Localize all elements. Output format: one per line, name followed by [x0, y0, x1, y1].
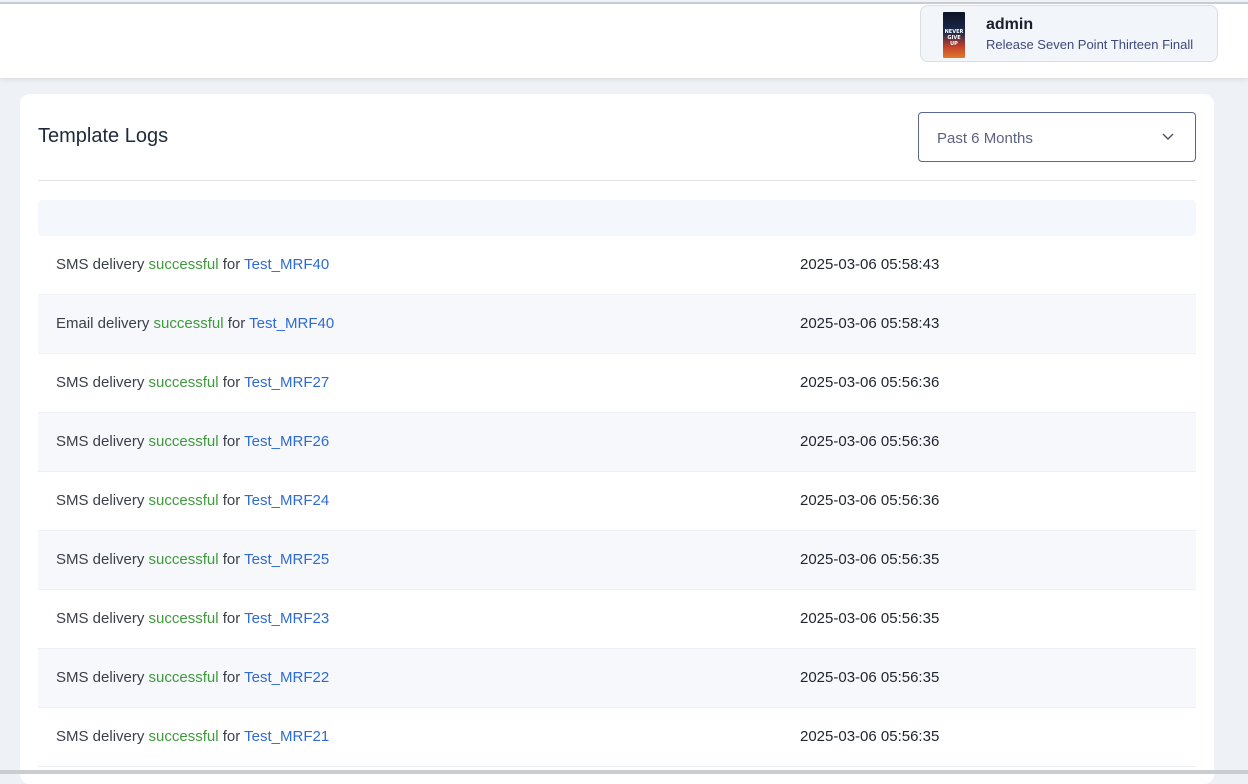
log-connector: for [222, 551, 241, 568]
log-connector: for [222, 433, 241, 450]
template-logs-card: Template Logs Past 6 Months SMS delivery… [20, 94, 1214, 784]
template-link[interactable]: Test_MRF27 [244, 374, 329, 391]
log-timestamp: 2025-03-06 05:56:36 [800, 374, 940, 391]
template-link[interactable]: Test_MRF40 [244, 256, 329, 273]
template-link[interactable]: Test_MRF26 [244, 433, 329, 450]
log-row: SMS delivery successful for Test_MRF24 20… [38, 472, 1196, 531]
log-row: SMS delivery successful for Test_MRF27 20… [38, 354, 1196, 413]
avatar: NEVER GIVE UP [943, 12, 965, 58]
log-message: SMS delivery successful for Test_MRF25 [56, 551, 329, 568]
template-link[interactable]: Test_MRF24 [244, 492, 329, 509]
log-row: SMS delivery successful for Test_MRF21 20… [38, 708, 1196, 767]
log-row: Email delivery successful for Test_MRF40… [38, 295, 1196, 354]
log-channel: SMS delivery [56, 610, 145, 627]
log-status: successful [148, 256, 219, 273]
log-message: SMS delivery successful for Test_MRF40 [56, 256, 329, 273]
template-link[interactable]: Test_MRF25 [244, 551, 329, 568]
log-row: SMS delivery successful for Test_MRF40 20… [38, 236, 1196, 295]
log-row: SMS delivery successful for Test_MRF25 20… [38, 531, 1196, 590]
log-connector: for [222, 374, 241, 391]
table-header [38, 200, 1196, 236]
log-connector: for [222, 610, 241, 627]
log-status: successful [148, 669, 219, 686]
log-timestamp: 2025-03-06 05:56:35 [800, 610, 940, 627]
log-channel: SMS delivery [56, 492, 145, 509]
log-status: successful [148, 551, 219, 568]
log-timestamp: 2025-03-06 05:58:43 [800, 256, 940, 273]
log-status: successful [148, 492, 219, 509]
log-status: successful [148, 433, 219, 450]
log-channel: SMS delivery [56, 728, 145, 745]
log-status: successful [153, 315, 224, 332]
template-link[interactable]: Test_MRF40 [249, 315, 334, 332]
log-timestamp: 2025-03-06 05:58:43 [800, 315, 940, 332]
log-status: successful [148, 374, 219, 391]
log-list: SMS delivery successful for Test_MRF40 20… [38, 236, 1196, 767]
log-status: successful [148, 610, 219, 627]
log-message: SMS delivery successful for Test_MRF21 [56, 728, 329, 745]
log-timestamp: 2025-03-06 05:56:35 [800, 669, 940, 686]
log-status: successful [148, 728, 219, 745]
log-message: SMS delivery successful for Test_MRF22 [56, 669, 329, 686]
log-channel: SMS delivery [56, 669, 145, 686]
divider [38, 180, 1196, 181]
template-link[interactable]: Test_MRF22 [244, 669, 329, 686]
log-connector: for [222, 728, 241, 745]
log-timestamp: 2025-03-06 05:56:35 [800, 728, 940, 745]
log-timestamp: 2025-03-06 05:56:36 [800, 492, 940, 509]
log-connector: for [227, 315, 246, 332]
log-timestamp: 2025-03-06 05:56:35 [800, 551, 940, 568]
log-connector: for [222, 669, 241, 686]
top-header: NEVER GIVE UP admin Release Seven Point … [0, 4, 1248, 78]
template-link[interactable]: Test_MRF21 [244, 728, 329, 745]
log-message: SMS delivery successful for Test_MRF26 [56, 433, 329, 450]
log-channel: SMS delivery [56, 433, 145, 450]
user-subtitle: Release Seven Point Thirteen Finall [986, 37, 1194, 52]
log-message: SMS delivery successful for Test_MRF23 [56, 610, 329, 627]
log-channel: Email delivery [56, 315, 150, 332]
period-dropdown[interactable]: Past 6 Months [918, 112, 1196, 162]
avatar-text: NEVER GIVE UP [944, 29, 964, 47]
user-profile-card[interactable]: NEVER GIVE UP admin Release Seven Point … [920, 5, 1218, 62]
log-connector: for [222, 492, 241, 509]
log-timestamp: 2025-03-06 05:56:36 [800, 433, 940, 450]
window-bottom-border [0, 770, 1248, 774]
log-message: SMS delivery successful for Test_MRF24 [56, 492, 329, 509]
log-channel: SMS delivery [56, 374, 145, 391]
log-channel: SMS delivery [56, 256, 145, 273]
log-channel: SMS delivery [56, 551, 145, 568]
log-message: Email delivery successful for Test_MRF40 [56, 315, 334, 332]
period-dropdown-value: Past 6 Months [937, 130, 1033, 147]
template-link[interactable]: Test_MRF23 [244, 610, 329, 627]
page-title: Template Logs [38, 125, 169, 147]
log-connector: for [222, 256, 241, 273]
log-message: SMS delivery successful for Test_MRF27 [56, 374, 329, 391]
log-row: SMS delivery successful for Test_MRF22 20… [38, 649, 1196, 708]
log-row: SMS delivery successful for Test_MRF23 20… [38, 590, 1196, 649]
user-name: admin [986, 16, 1034, 33]
log-row: SMS delivery successful for Test_MRF26 20… [38, 413, 1196, 472]
chevron-down-icon [1162, 133, 1174, 140]
